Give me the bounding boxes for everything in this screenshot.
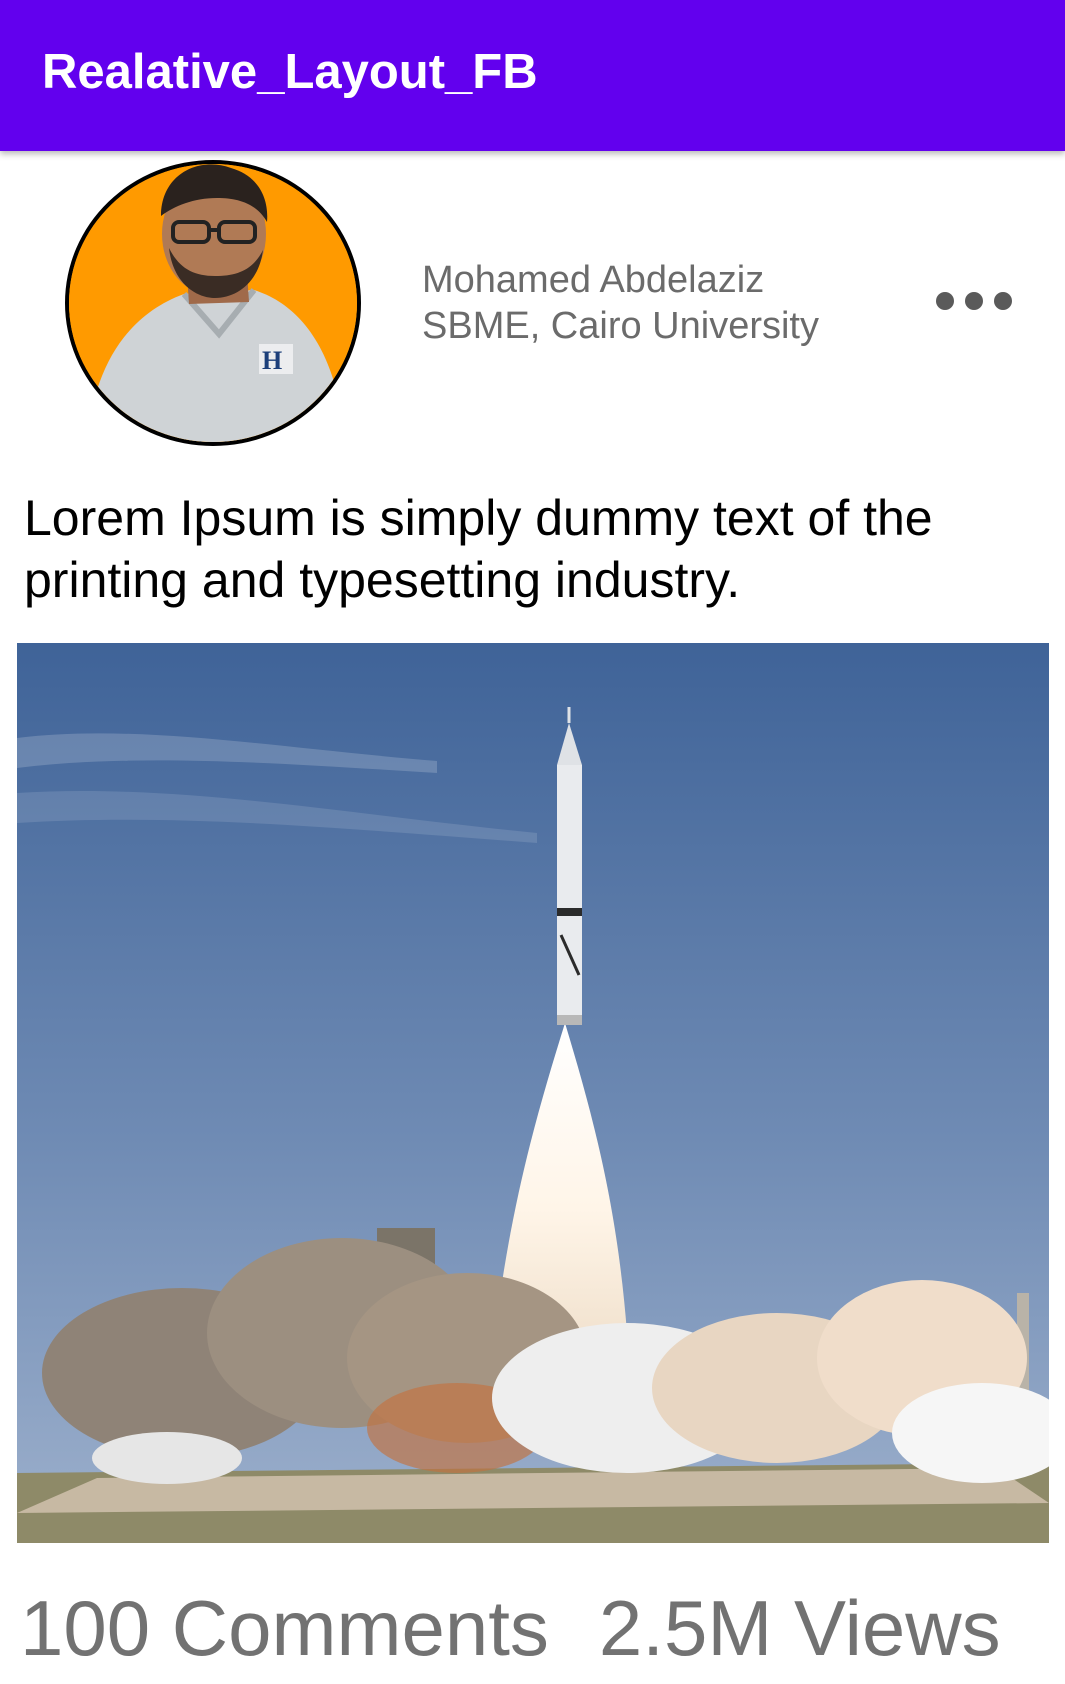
- avatar-photo: H: [69, 164, 357, 442]
- svg-text:H: H: [262, 346, 282, 375]
- app-bar: Realative_Layout_FB: [0, 0, 1065, 151]
- rocket-launch-photo: [17, 643, 1049, 1543]
- dot-icon: [936, 292, 954, 310]
- comments-count[interactable]: 100 Comments: [20, 1584, 549, 1672]
- post-image[interactable]: [17, 643, 1049, 1543]
- author-name[interactable]: Mohamed Abdelaziz: [422, 257, 764, 303]
- views-count: 2.5M Views: [598, 1584, 1001, 1672]
- dot-icon: [965, 292, 983, 310]
- author-avatar[interactable]: H: [65, 160, 361, 446]
- app-title: Realative_Layout_FB: [42, 45, 538, 99]
- author-affiliation: SBME, Cairo University: [422, 305, 819, 347]
- post-text: Lorem Ipsum is simply dummy text of the …: [24, 490, 933, 608]
- more-options-icon[interactable]: [936, 286, 1012, 316]
- dot-icon: [994, 292, 1012, 310]
- post-stats: 100 Comments 2.5M Views: [20, 1582, 1001, 1674]
